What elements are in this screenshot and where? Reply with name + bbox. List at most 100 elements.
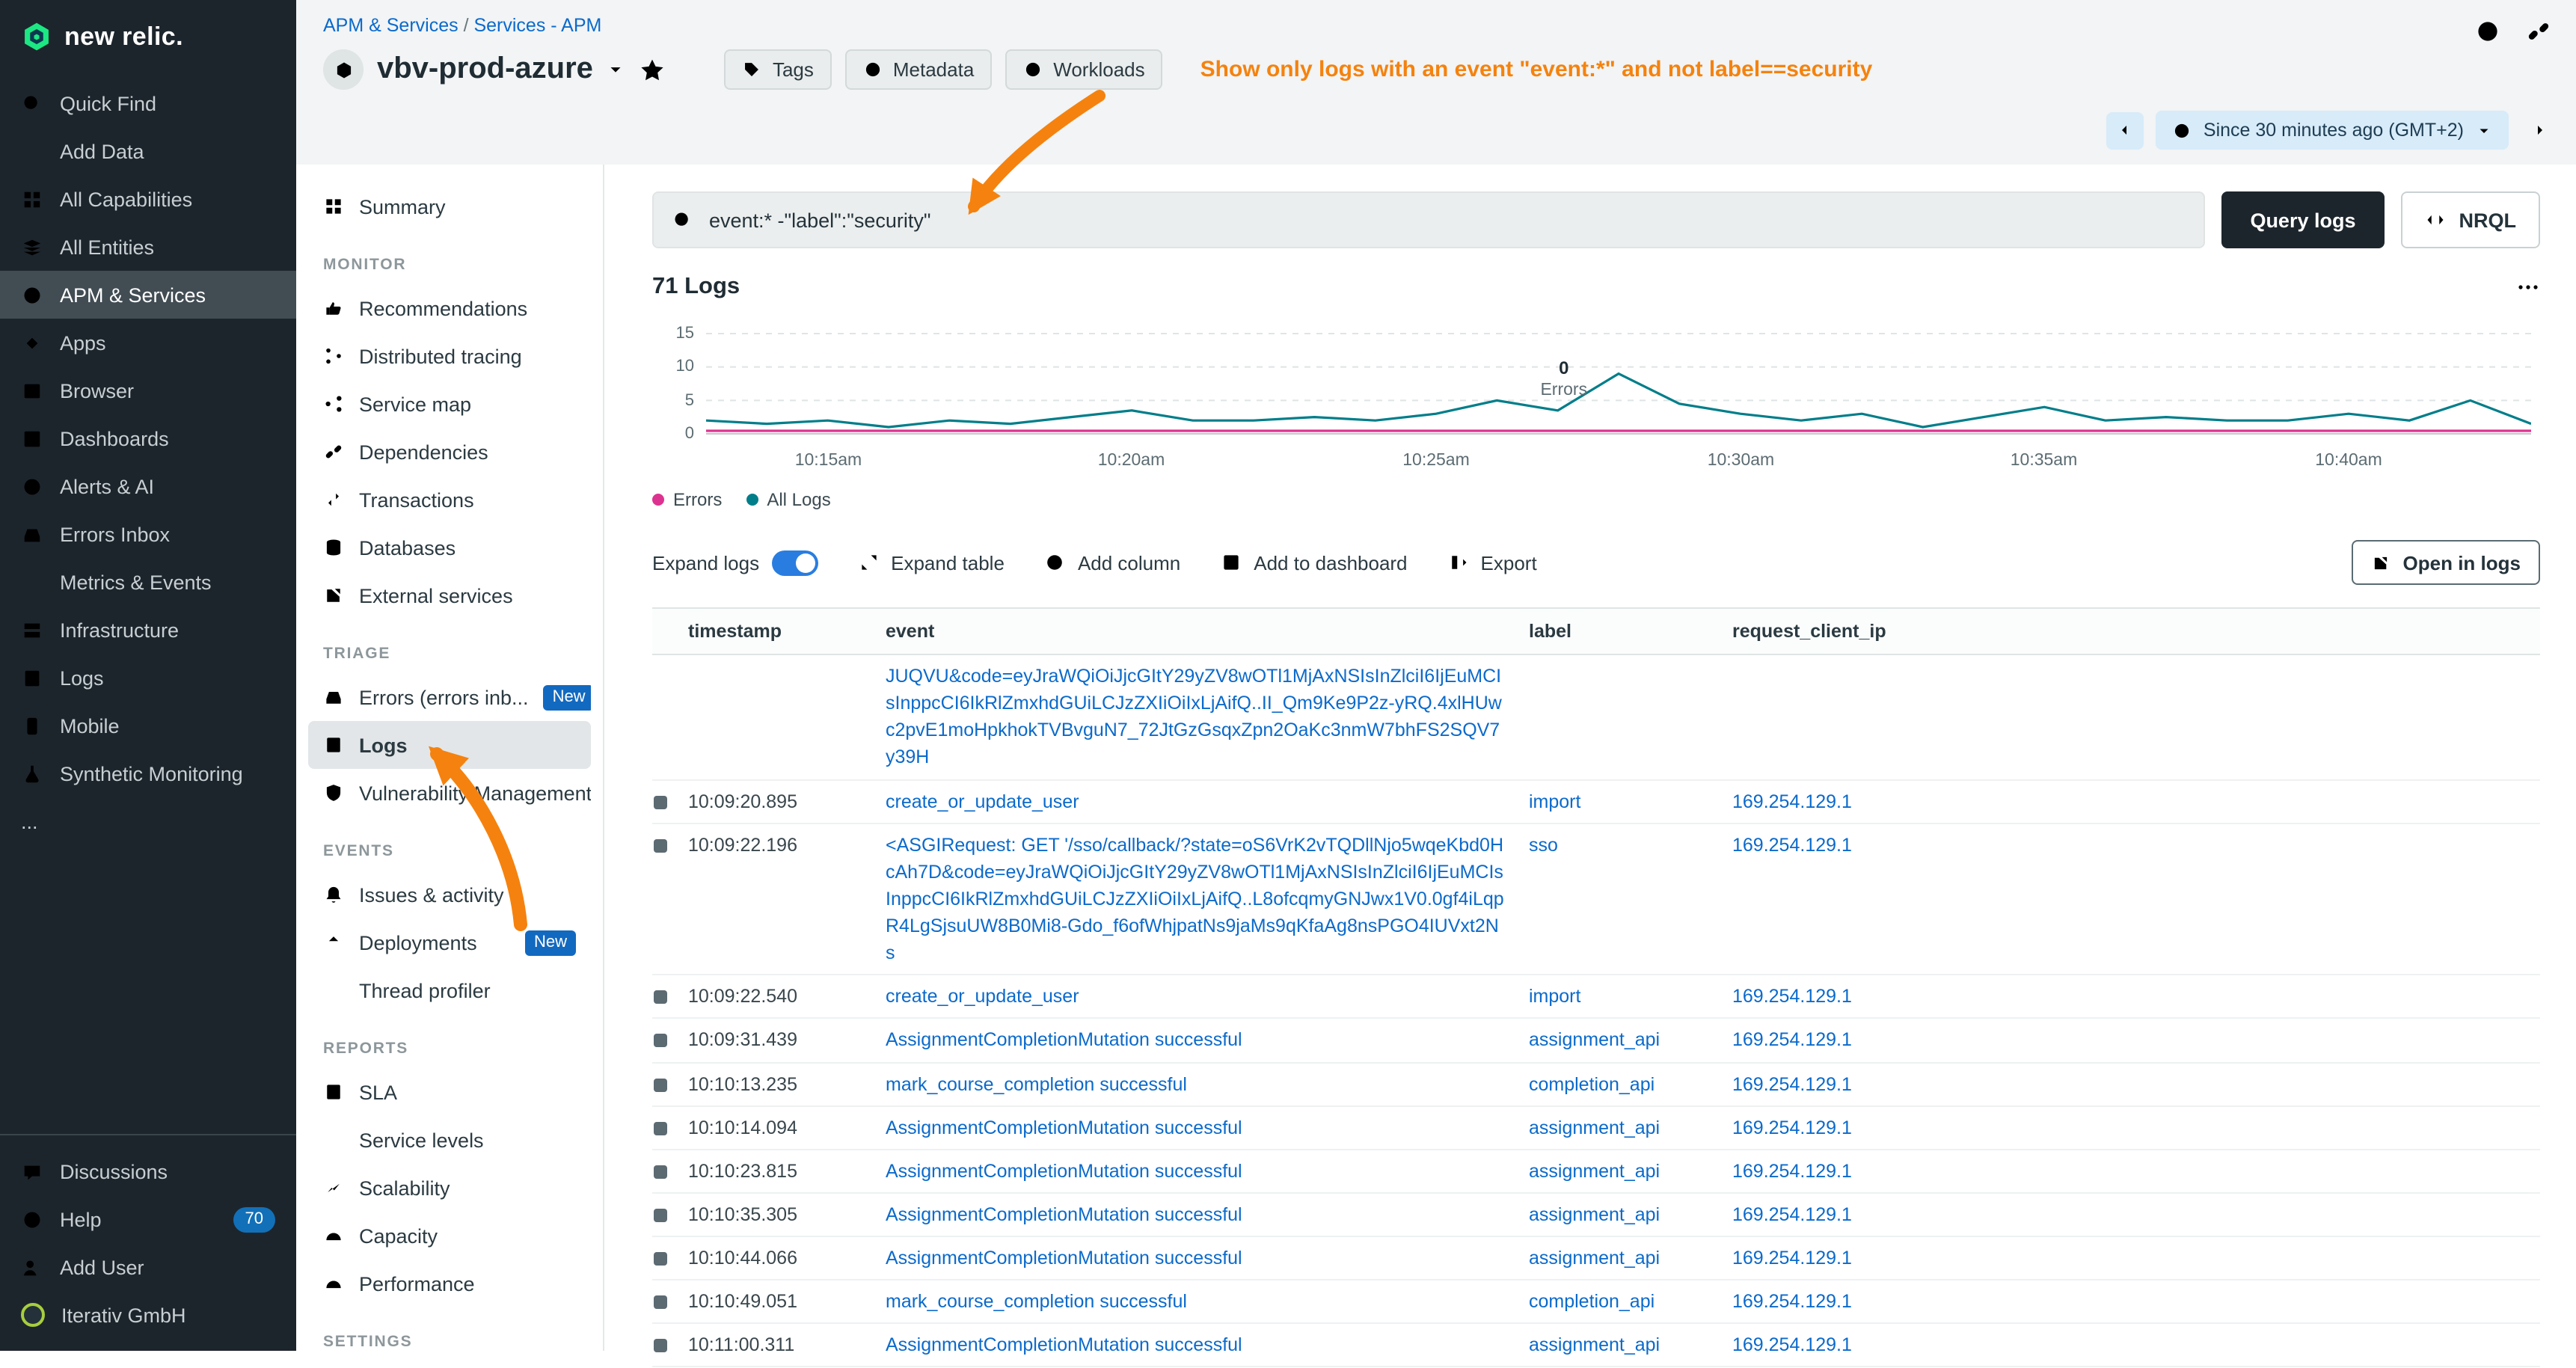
log-row[interactable]: 10:10:23.815AssignmentCompletionMutation… (652, 1150, 2540, 1194)
log-row[interactable]: 10:10:14.094AssignmentCompletionMutation… (652, 1106, 2540, 1150)
row-expand-marker[interactable] (654, 1121, 667, 1135)
ip-link[interactable]: 169.254.129.1 (1732, 1070, 2516, 1097)
sidebar-item-quick-find[interactable]: Quick Find (0, 79, 296, 127)
sidebar-item-metrics-events[interactable]: Metrics & Events (0, 558, 296, 606)
label-link[interactable]: assignment_api (1529, 1114, 1708, 1141)
label-link[interactable]: assignment_api (1529, 1245, 1708, 1272)
subnav-item-dependencies[interactable]: Dependencies (308, 428, 591, 476)
workloads-button[interactable]: Workloads (1005, 49, 1162, 90)
query-searchbox[interactable] (652, 191, 2205, 248)
sidebar-item-add-data[interactable]: Add Data (0, 127, 296, 175)
subnav-item-logs[interactable]: Logs (308, 721, 591, 769)
add-to-dashboard-button[interactable]: Add to dashboard (1221, 551, 1407, 574)
row-expand-marker[interactable] (654, 1034, 667, 1048)
row-expand-marker[interactable] (654, 1165, 667, 1179)
breadcrumb-link[interactable]: APM & Services (323, 15, 459, 36)
subnav-item-issues-activity[interactable]: Issues & activity (308, 871, 591, 918)
ip-link[interactable]: 169.254.129.1 (1732, 788, 2516, 815)
event-link[interactable]: JUQVU&code=eyJraWQiOiJjcGItY29yZV8wOTl1M… (886, 663, 1505, 771)
sidebar-item-iterativ-gmbh[interactable]: Iterativ GmbH (0, 1291, 296, 1339)
favorite-star-icon[interactable] (640, 56, 666, 83)
row-expand-marker[interactable] (654, 1209, 667, 1222)
sidebar-item-add-user[interactable]: Add User (0, 1243, 296, 1291)
help-icon[interactable] (2474, 18, 2501, 45)
subnav-item-errors-errors-inb[interactable]: Errors (errors inb...New (308, 673, 591, 721)
subnav-item-sla[interactable]: SLA (308, 1068, 591, 1116)
event-link[interactable]: create_or_update_user (886, 788, 1505, 815)
ip-link[interactable]: 169.254.129.1 (1732, 1288, 2516, 1315)
sidebar-item-all-entities[interactable]: All Entities (0, 223, 296, 271)
legend-item-errors[interactable]: Errors (652, 489, 722, 510)
remove-column-icon[interactable] (1692, 623, 1708, 639)
event-link[interactable]: AssignmentCompletionMutation successful (886, 1027, 1505, 1054)
row-expand-marker[interactable] (654, 1252, 667, 1266)
ip-link[interactable]: 169.254.129.1 (1732, 831, 2516, 858)
remove-column-icon[interactable] (845, 623, 862, 639)
ip-link[interactable]: 169.254.129.1 (1732, 1158, 2516, 1185)
label-link[interactable]: assignment_api (1529, 1201, 1708, 1228)
nrql-button[interactable]: NRQL (2401, 191, 2541, 248)
ip-link[interactable]: 169.254.129.1 (1732, 984, 2516, 1010)
legend-item-all-logs[interactable]: All Logs (746, 489, 830, 510)
log-row[interactable]: 10:11:00.311AssignmentCompletionMutation… (652, 1325, 2540, 1368)
subnav-item-recommendations[interactable]: Recommendations (308, 284, 591, 332)
log-row[interactable]: 10:10:49.051mark_course_completion succe… (652, 1280, 2540, 1324)
event-link[interactable]: AssignmentCompletionMutation successful (886, 1332, 1505, 1359)
sidebar-item-synthetic-monitoring[interactable]: Synthetic Monitoring (0, 749, 296, 797)
expand-logs-toggle[interactable] (771, 550, 818, 575)
add-column-button[interactable]: Add column (1045, 551, 1180, 574)
event-link[interactable]: AssignmentCompletionMutation successful (886, 1114, 1505, 1141)
event-link[interactable]: create_or_update_user (886, 984, 1505, 1010)
chart-plot-area[interactable]: 0 Errors (706, 325, 2531, 444)
clear-query-icon[interactable] (2165, 209, 2186, 230)
copy-link-icon[interactable] (2525, 18, 2552, 45)
subnav-item-distributed-tracing[interactable]: Distributed tracing (308, 332, 591, 380)
event-link[interactable]: AssignmentCompletionMutation successful (886, 1201, 1505, 1228)
subnav-item-summary[interactable]: Summary (308, 182, 591, 230)
sidebar-item-mobile[interactable]: Mobile (0, 702, 296, 749)
event-link[interactable]: <ASGIRequest: GET '/sso/callback/?state=… (886, 831, 1505, 966)
sidebar-item-logs[interactable]: Logs (0, 654, 296, 702)
subnav-item-capacity[interactable]: Capacity (308, 1212, 591, 1260)
sidebar-item-help[interactable]: Help70 (0, 1195, 296, 1243)
subnav-item-performance[interactable]: Performance (308, 1260, 591, 1307)
sidebar-item-more[interactable]: ... (0, 797, 296, 845)
time-back-button[interactable] (2106, 111, 2144, 149)
open-in-logs-button[interactable]: Open in logs (2352, 540, 2540, 585)
logs-chart[interactable]: 051015 0 Errors (652, 325, 2540, 444)
label-link[interactable]: sso (1529, 831, 1708, 858)
subnav-item-service-map[interactable]: Service map (308, 380, 591, 428)
event-link[interactable]: mark_course_completion successful (886, 1070, 1505, 1097)
time-forward-button[interactable] (2521, 111, 2558, 149)
row-expand-marker[interactable] (654, 1295, 667, 1309)
entity-picker-chevron-down-icon[interactable] (607, 60, 626, 79)
row-expand-marker[interactable] (654, 795, 667, 809)
query-input[interactable] (709, 209, 2150, 231)
event-link[interactable]: AssignmentCompletionMutation successful (886, 1158, 1505, 1185)
label-link[interactable]: completion_api (1529, 1288, 1708, 1315)
metadata-button[interactable]: Metadata (845, 49, 992, 90)
sidebar-item-all-capabilities[interactable]: All Capabilities (0, 175, 296, 223)
sidebar-item-apm-services[interactable]: APM & Services (0, 271, 296, 319)
sidebar-item-browser[interactable]: Browser (0, 366, 296, 414)
ip-link[interactable]: 169.254.129.1 (1732, 1027, 2516, 1054)
subnav-item-service-levels[interactable]: Service levels (308, 1116, 591, 1164)
subnav-item-thread-profiler[interactable]: Thread profiler (308, 966, 591, 1014)
label-link[interactable]: assignment_api (1529, 1158, 1708, 1185)
subnav-item-transactions[interactable]: Transactions (308, 476, 591, 524)
label-link[interactable]: assignment_api (1529, 1332, 1708, 1359)
sidebar-item-apps[interactable]: Apps (0, 319, 296, 366)
row-expand-marker[interactable] (654, 991, 667, 1004)
sidebar-item-alerts-ai[interactable]: Alerts & AI (0, 462, 296, 510)
ip-link[interactable]: 169.254.129.1 (1732, 1201, 2516, 1228)
row-expand-marker[interactable] (654, 1078, 667, 1091)
label-link[interactable]: import (1529, 788, 1708, 815)
subnav-item-scalability[interactable]: Scalability (308, 1164, 591, 1212)
log-row[interactable]: JUQVU&code=eyJraWQiOiJjcGItY29yZV8wOTl1M… (652, 655, 2540, 780)
export-button[interactable]: Export (1448, 551, 1537, 574)
log-row[interactable]: 10:10:44.066AssignmentCompletionMutation… (652, 1237, 2540, 1280)
brand[interactable]: new relic. (0, 0, 296, 73)
label-link[interactable]: assignment_api (1529, 1027, 1708, 1054)
label-link[interactable]: import (1529, 984, 1708, 1010)
log-row[interactable]: 10:09:22.196<ASGIRequest: GET '/sso/call… (652, 823, 2540, 975)
